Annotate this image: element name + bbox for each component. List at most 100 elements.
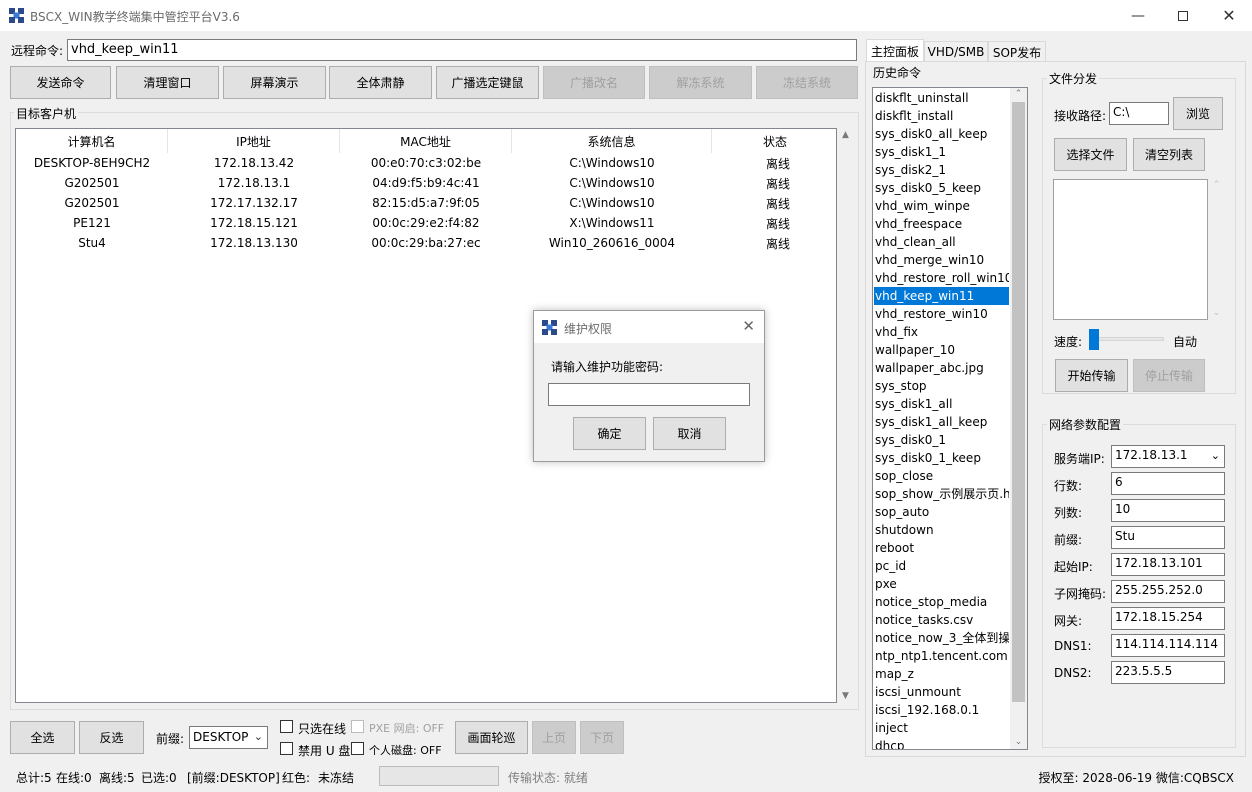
- history-item[interactable]: wallpaper_10: [874, 341, 1009, 359]
- send-command-button[interactable]: 发送命令: [10, 66, 111, 99]
- dialog-title-bar[interactable]: 维护权限 ✕: [534, 311, 764, 343]
- disable-usb-checkbox[interactable]: [280, 742, 293, 755]
- table-row[interactable]: G202501 172.17.132.17 82:15:d5:a7:9f:05 …: [16, 193, 836, 213]
- file-list-scrollbar[interactable]: ⌃ ⌄: [1208, 179, 1225, 320]
- maintenance-dialog[interactable]: 维护权限 ✕ 请输入维护功能密码: 确定 取消: [533, 310, 765, 462]
- maximize-icon[interactable]: [1160, 0, 1206, 31]
- history-item[interactable]: sys_disk2_1: [874, 161, 1009, 179]
- speed-slider[interactable]: [1090, 337, 1164, 341]
- history-item[interactable]: sys_stop: [874, 377, 1009, 395]
- broadcast-keyboard-mouse-button[interactable]: 广播选定键鼠: [436, 66, 539, 99]
- tab-vhd-smb[interactable]: VHD/SMB: [924, 41, 988, 62]
- start-transfer-button[interactable]: 开始传输: [1055, 359, 1128, 392]
- dialog-ok-button[interactable]: 确定: [573, 417, 646, 450]
- history-item[interactable]: sys_disk0_all_keep: [874, 125, 1009, 143]
- history-item[interactable]: map_z: [874, 665, 1009, 683]
- history-item[interactable]: pxe: [874, 575, 1009, 593]
- history-item[interactable]: shutdown: [874, 521, 1009, 539]
- history-item[interactable]: vhd_freespace: [874, 215, 1009, 233]
- screen-demo-button[interactable]: 屏幕演示: [223, 66, 326, 99]
- start-ip-input[interactable]: 172.18.13.101: [1111, 553, 1225, 576]
- scroll-up-icon[interactable]: ⌃: [1010, 89, 1027, 99]
- history-item[interactable]: notice_now_3_全体到操f: [874, 629, 1009, 647]
- history-item[interactable]: sop_close: [874, 467, 1009, 485]
- history-item[interactable]: iscsi_192.168.0.1: [874, 701, 1009, 719]
- history-list[interactable]: diskflt_uninstall diskflt_install sys_disk…: [872, 87, 1028, 750]
- history-item[interactable]: ntp_ntp1.tencent.com: [874, 647, 1009, 665]
- rows-input[interactable]: 6: [1111, 472, 1225, 495]
- scroll-down-icon[interactable]: ▼: [837, 691, 854, 701]
- broadcast-rename-button[interactable]: 广播改名: [543, 66, 645, 99]
- column-header-status[interactable]: 状态: [712, 129, 838, 153]
- choose-file-button[interactable]: 选择文件: [1054, 138, 1127, 171]
- scroll-down-icon[interactable]: ⌄: [1010, 737, 1027, 747]
- scroll-up-icon[interactable]: ⌃: [1208, 180, 1225, 190]
- history-item[interactable]: reboot: [874, 539, 1009, 557]
- title-bar[interactable]: BSCX_WIN教学终端集中管控平台V3.6 — ✕: [0, 0, 1252, 31]
- next-page-button[interactable]: 下页: [580, 721, 624, 754]
- column-header-mac[interactable]: MAC地址: [340, 129, 512, 153]
- history-item[interactable]: sys_disk1_all_keep: [874, 413, 1009, 431]
- history-item[interactable]: sys_disk0_5_keep: [874, 179, 1009, 197]
- freeze-system-button[interactable]: 冻结系统: [756, 66, 858, 99]
- history-item[interactable]: inject: [874, 719, 1009, 737]
- server-ip-select[interactable]: 172.18.13.1 ⌄: [1111, 445, 1225, 468]
- close-icon[interactable]: ✕: [1206, 0, 1252, 31]
- history-scrollbar[interactable]: ⌃ ⌄: [1010, 88, 1027, 749]
- history-item[interactable]: vhd_clean_all: [874, 233, 1009, 251]
- dns2-input[interactable]: 223.5.5.5: [1111, 661, 1225, 684]
- table-row[interactable]: DESKTOP-8EH9CH2 172.18.13.42 00:e0:70:c3…: [16, 153, 836, 173]
- table-row[interactable]: Stu4 172.18.13.130 00:0c:29:ba:27:ec Win…: [16, 233, 836, 253]
- dialog-cancel-button[interactable]: 取消: [653, 417, 726, 450]
- history-item[interactable]: diskflt_uninstall: [874, 89, 1009, 107]
- history-item[interactable]: vhd_keep_win11: [874, 287, 1009, 305]
- screen-rotate-button[interactable]: 画面轮巡: [455, 721, 528, 754]
- column-header-system[interactable]: 系统信息: [512, 129, 712, 153]
- prev-page-button[interactable]: 上页: [532, 721, 576, 754]
- history-item[interactable]: sys_disk1_all: [874, 395, 1009, 413]
- history-item[interactable]: sop_auto: [874, 503, 1009, 521]
- invert-selection-button[interactable]: 反选: [79, 721, 144, 754]
- history-item[interactable]: notice_stop_media: [874, 593, 1009, 611]
- prefix-select[interactable]: DESKTOP ⌄: [189, 726, 268, 749]
- history-item[interactable]: vhd_wim_winpe: [874, 197, 1009, 215]
- tab-sop-publish[interactable]: SOP发布: [988, 41, 1046, 62]
- history-item[interactable]: dhcp: [874, 737, 1009, 749]
- browse-button[interactable]: 浏览: [1173, 97, 1223, 130]
- history-item[interactable]: vhd_fix: [874, 323, 1009, 341]
- password-input[interactable]: [548, 383, 750, 406]
- net-prefix-input[interactable]: Stu: [1111, 526, 1225, 549]
- recv-path-input[interactable]: C:\: [1109, 102, 1169, 125]
- history-item[interactable]: wallpaper_abc.jpg: [874, 359, 1009, 377]
- speed-slider-thumb[interactable]: [1089, 329, 1099, 350]
- file-list[interactable]: [1053, 179, 1208, 320]
- stop-transfer-button[interactable]: 停止传输: [1133, 359, 1205, 392]
- history-item[interactable]: pc_id: [874, 557, 1009, 575]
- history-item[interactable]: sop_show_示例展示页.ht: [874, 485, 1009, 503]
- gateway-input[interactable]: 172.18.15.254: [1111, 607, 1225, 630]
- select-all-button[interactable]: 全选: [10, 721, 75, 754]
- history-item[interactable]: sys_disk1_1: [874, 143, 1009, 161]
- cols-input[interactable]: 10: [1111, 499, 1225, 522]
- only-online-checkbox[interactable]: [280, 720, 293, 733]
- history-item[interactable]: iscsi_unmount: [874, 683, 1009, 701]
- remote-command-input[interactable]: vhd_keep_win11: [67, 39, 857, 61]
- all-silence-button[interactable]: 全体肃静: [329, 66, 432, 99]
- unfreeze-system-button[interactable]: 解冻系统: [649, 66, 752, 99]
- history-item[interactable]: vhd_restore_roll_win10: [874, 269, 1009, 287]
- table-row[interactable]: G202501 172.18.13.1 04:d9:f5:b9:4c:41 C:…: [16, 173, 836, 193]
- minimize-icon[interactable]: —: [1115, 0, 1161, 31]
- tab-main-panel[interactable]: 主控面板: [866, 39, 924, 62]
- column-header-name[interactable]: 计算机名: [16, 129, 168, 153]
- history-item[interactable]: vhd_merge_win10: [874, 251, 1009, 269]
- scroll-up-icon[interactable]: ▲: [837, 130, 854, 140]
- close-icon[interactable]: ✕: [742, 317, 755, 335]
- history-item[interactable]: sys_disk0_1: [874, 431, 1009, 449]
- table-scrollbar[interactable]: ▲ ▼: [837, 128, 854, 703]
- scroll-thumb[interactable]: [1012, 102, 1025, 702]
- personal-disk-checkbox[interactable]: [351, 742, 364, 755]
- pxe-checkbox[interactable]: [351, 720, 364, 733]
- subnet-mask-input[interactable]: 255.255.252.0: [1111, 580, 1225, 603]
- clear-window-button[interactable]: 清理窗口: [116, 66, 219, 99]
- history-item[interactable]: notice_tasks.csv: [874, 611, 1009, 629]
